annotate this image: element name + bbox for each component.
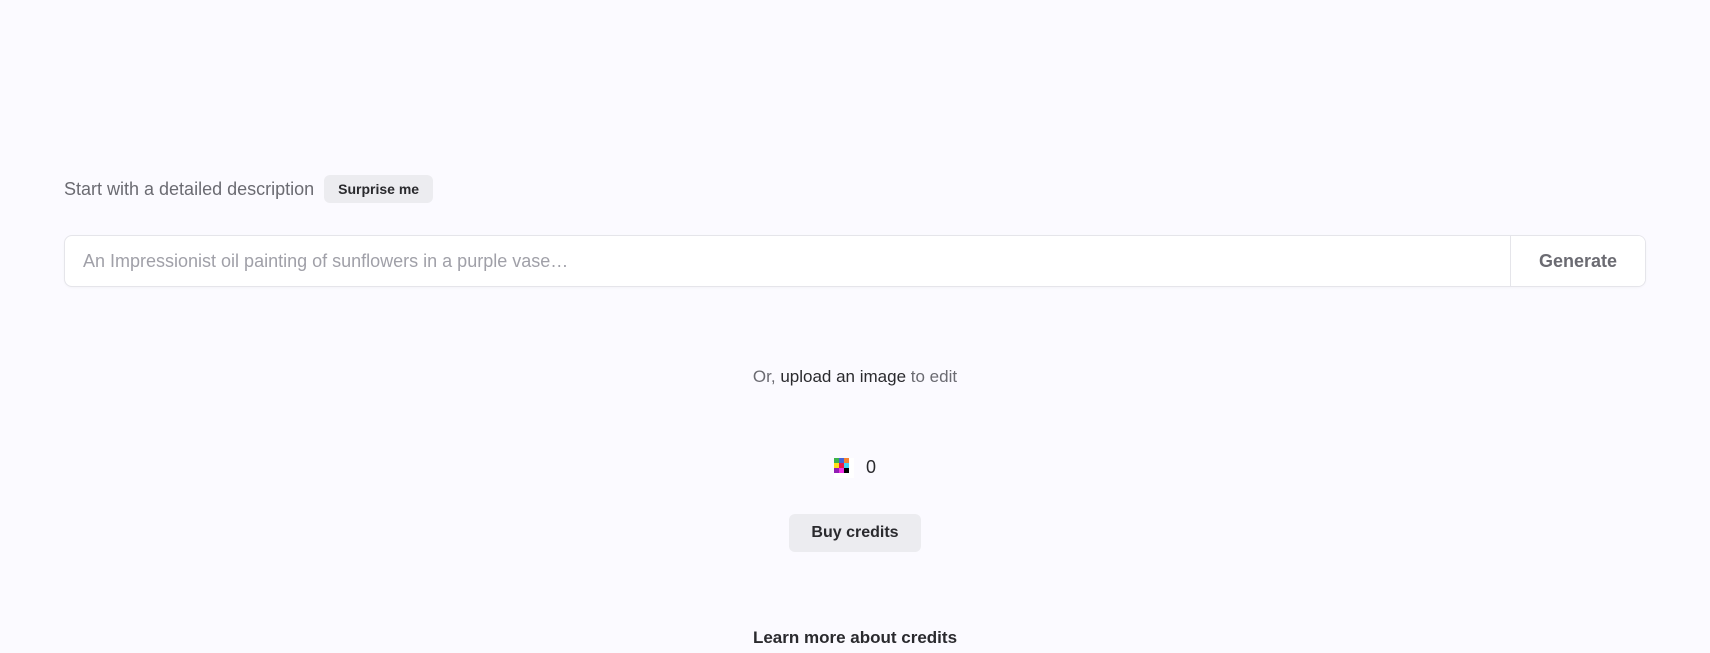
upload-prefix: Or, xyxy=(753,367,780,386)
generate-button[interactable]: Generate xyxy=(1510,236,1645,286)
credits-row: 0 xyxy=(64,457,1646,478)
learn-more-credits-link[interactable]: Learn more about credits xyxy=(64,628,1646,648)
prompt-input-bar: Generate xyxy=(64,235,1646,287)
surprise-me-button[interactable]: Surprise me xyxy=(324,175,433,203)
credits-count: 0 xyxy=(866,457,876,478)
description-header-row: Start with a detailed description Surpri… xyxy=(64,175,1646,203)
prompt-input[interactable] xyxy=(65,236,1510,286)
upload-image-link[interactable]: upload an image xyxy=(780,367,906,386)
description-label: Start with a detailed description xyxy=(64,179,314,200)
upload-row: Or, upload an image to edit xyxy=(64,367,1646,387)
upload-suffix: to edit xyxy=(906,367,957,386)
main-container: Start with a detailed description Surpri… xyxy=(0,0,1710,648)
credits-icon xyxy=(834,458,854,478)
buy-credits-button[interactable]: Buy credits xyxy=(789,514,920,552)
